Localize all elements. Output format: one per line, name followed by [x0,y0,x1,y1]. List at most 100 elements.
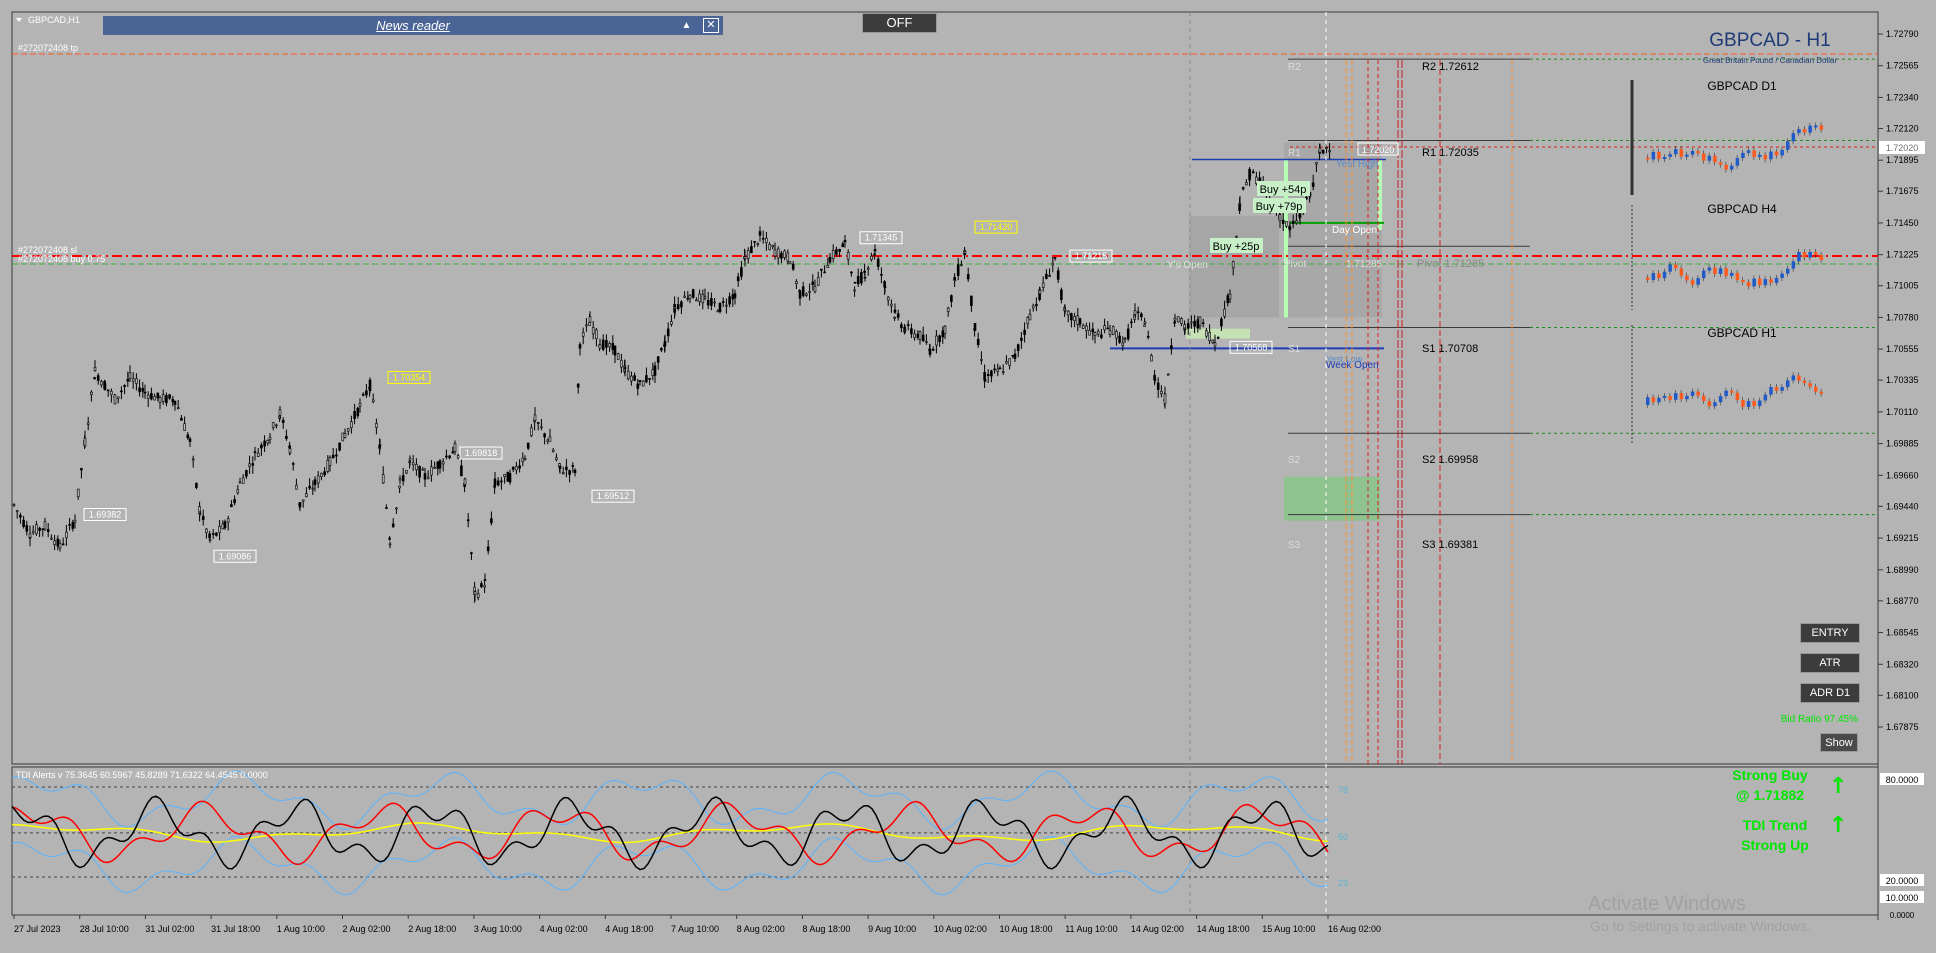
news-reader-label[interactable]: News reader [376,18,450,33]
chart-canvas[interactable]: 1.72790 1.72565 1.72340 1.72120 1.71895 1.716… [0,0,1936,953]
candle-body [158,397,162,404]
candle-body [281,419,285,423]
candle-body [120,390,123,393]
candle-body [698,293,701,302]
candle-body [820,268,823,271]
arrow-up-icon: ↑ [1829,774,1848,799]
mini-candle [1724,164,1728,170]
entry-button[interactable]: ENTRY [1800,623,1860,643]
candle-body [230,504,233,508]
candle-body [613,345,617,356]
candle-body [1288,227,1292,230]
candle-body [648,378,651,380]
mini-candle [1702,270,1706,279]
window-title: GBPCAD,H1 [28,15,80,25]
off-toggle-button[interactable]: OFF [862,13,937,33]
candle-body [666,328,670,337]
candle-body [1156,382,1160,390]
candle-body [58,543,62,549]
mini-candle [1713,267,1717,275]
mini-candle [1758,154,1762,157]
candle-body [1318,147,1322,153]
candle-body [946,307,950,312]
candle-body [788,261,792,265]
candle-body [1170,345,1173,349]
candle-body [343,433,347,438]
time-axis-label: 9 Aug 10:00 [868,924,916,934]
candle-body [765,237,768,243]
candle-body [493,478,497,486]
price-axis-label: 1.71005 [1886,281,1919,291]
candle-body [176,407,180,409]
candle-body [123,385,126,387]
mini-candle [1696,150,1700,154]
candle-body [660,348,663,351]
swing-label: 1.71215 [1075,251,1108,261]
candle-body [350,421,353,429]
candle-body [233,499,236,504]
candle-body [1226,295,1230,303]
candle-body [616,353,620,360]
candle-body [1126,328,1130,340]
mini-candle [1819,254,1824,261]
candle-body [73,519,77,523]
mini-candle [1662,271,1667,279]
news-reader-bar[interactable]: News reader ▲ ✕ [103,16,723,35]
candle-body [388,543,392,546]
candle-body [56,538,60,547]
candle-body [1245,182,1248,186]
time-axis-label: 10 Aug 02:00 [934,924,987,934]
candle-body [395,507,398,510]
time-axis-label: 7 Aug 10:00 [671,924,719,934]
mini-candle [1814,125,1818,128]
candle-body [1295,220,1298,224]
mini-candle [1797,129,1801,134]
candle-body [143,391,147,394]
swing-label: 1.71420 [980,222,1013,232]
candle-body [1238,204,1242,206]
candle-body [543,433,546,438]
candle-body [731,294,735,300]
price-axis-label: 1.71450 [1886,218,1919,228]
triangle-up-icon[interactable]: ▲ [680,19,693,32]
candle-body [831,249,835,259]
candle-body [103,383,107,391]
candle-body [1193,320,1196,327]
signal-tdi-trend: TDI Trend Strong Up [1720,817,1830,853]
candle-body [873,248,877,252]
candle-body [996,368,1000,372]
candle-body [673,306,677,309]
candle-body [473,591,477,595]
candle-body [530,427,533,436]
candle-body [241,477,245,484]
candle-body [585,324,588,327]
candle-body [375,423,378,428]
candle-body [1038,289,1042,294]
candle-body [106,389,110,392]
candle-body [1176,316,1180,323]
candle-body [523,458,527,460]
candle-body [186,434,190,439]
close-icon[interactable]: ✕ [703,18,719,33]
show-button[interactable]: Show [1820,733,1858,752]
price-axis-label: 1.68990 [1886,565,1919,575]
time-axis-label: 14 Aug 18:00 [1197,924,1250,934]
mini-candle [1808,251,1812,258]
candle-body [15,510,19,512]
candle-body [866,267,870,270]
candle-body [588,316,592,323]
candle-body [191,458,195,461]
pivot-r2-short: R2 [1288,62,1301,73]
candle-body [1118,335,1121,343]
mini-candle [1746,150,1751,153]
candle-body [1196,319,1200,329]
current-price-text: 1.72020 [1886,143,1919,153]
candle-body [1220,318,1223,327]
candle-body [71,522,75,529]
candle-body [1291,220,1295,224]
adr-d1-button[interactable]: ADR D1 [1800,683,1860,703]
mini-candle [1651,397,1656,403]
mini-candle [1752,400,1756,407]
atr-button[interactable]: ATR [1800,653,1860,673]
candle-body [215,532,218,536]
